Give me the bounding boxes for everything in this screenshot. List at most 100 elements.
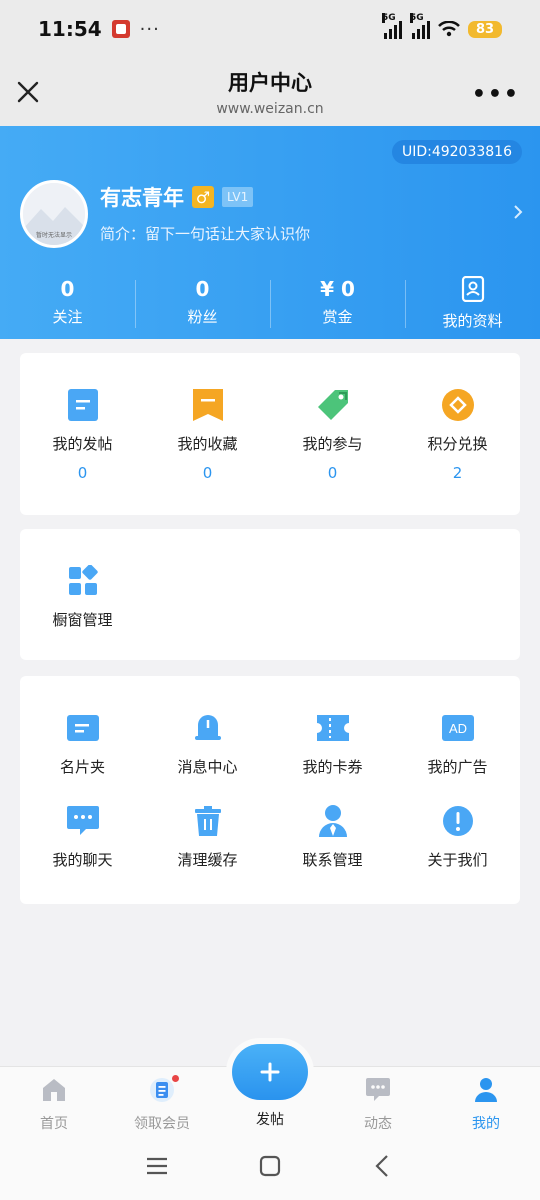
showcase-card: 橱窗管理 xyxy=(20,529,520,660)
profile-bio: 简介：留下一句话让大家认识你 xyxy=(100,225,311,243)
chevron-right-icon[interactable] xyxy=(512,204,524,220)
ad-icon: AD xyxy=(440,710,476,746)
app-notification-icon xyxy=(111,20,130,38)
stat-value: 0 xyxy=(195,277,210,301)
recent-apps-icon[interactable] xyxy=(146,1156,168,1176)
male-icon: ♂ xyxy=(192,186,214,208)
tab-membership[interactable]: 领取会员 xyxy=(108,1067,216,1138)
stat-label: 粉丝 xyxy=(187,308,218,326)
signal-icon: 5G xyxy=(382,13,402,39)
status-right: 5G 5G 83 xyxy=(382,13,502,39)
network-type: 5G xyxy=(382,13,396,23)
menu-count: 0 xyxy=(202,464,213,482)
post-doc-icon xyxy=(65,387,101,423)
menu-label: 消息中心 xyxy=(177,758,238,776)
menu-points-exchange[interactable]: 积分兑换 2 xyxy=(395,387,520,482)
bookmark-icon xyxy=(190,387,226,423)
profile-name-row: 有志青年 ♂ LV1 xyxy=(100,182,254,212)
showcase-grid-icon xyxy=(65,563,101,599)
home-button-icon[interactable] xyxy=(259,1155,281,1177)
home-icon xyxy=(43,1079,65,1101)
chat-icon xyxy=(65,803,101,839)
menu-card-holder[interactable]: 名片夹 xyxy=(20,710,145,777)
menu-count: 0 xyxy=(327,464,338,482)
stat-fans[interactable]: 0 粉丝 xyxy=(135,276,270,332)
tab-home[interactable]: 首页 xyxy=(0,1067,108,1138)
tab-mine[interactable]: 我的 xyxy=(432,1067,540,1138)
menu-clear-cache[interactable]: 清理缓存 xyxy=(145,803,270,870)
username: 有志青年 xyxy=(100,186,184,210)
menu-my-participation[interactable]: 我的参与 0 xyxy=(270,387,395,482)
menu-label: 我的参与 xyxy=(302,435,363,453)
menu-label: 我的广告 xyxy=(427,758,488,776)
menu-my-chat[interactable]: 我的聊天 xyxy=(20,803,145,870)
tools-row-2: 我的聊天 清理缓存 联系管理 关于我们 xyxy=(20,777,520,870)
main-menu-row: 我的发帖 0 我的收藏 0 我的参与 0 积分兑换 2 xyxy=(20,353,520,482)
menu-my-ads[interactable]: AD 我的广告 xyxy=(395,710,520,777)
stat-reward[interactable]: ¥ 0 赏金 xyxy=(270,276,405,332)
menu-label: 积分兑换 xyxy=(427,435,488,453)
nav-title-block: 用户中心 www.weizan.cn xyxy=(216,67,323,117)
nav-bar: 用户中心 www.weizan.cn ••• xyxy=(0,58,540,126)
tab-label: 动态 xyxy=(364,1116,392,1132)
menu-label: 我的收藏 xyxy=(177,435,238,453)
ad-icon-text: AD xyxy=(448,721,466,736)
stat-label: 赏金 xyxy=(322,308,353,326)
menu-label: 清理缓存 xyxy=(177,851,238,869)
post-fab-button[interactable] xyxy=(232,1044,308,1100)
menu-contact-admin[interactable]: 联系管理 xyxy=(270,803,395,870)
page-domain: www.weizan.cn xyxy=(216,101,324,117)
stat-value: 0 xyxy=(60,277,75,301)
points-coin-icon xyxy=(440,387,476,423)
menu-count: 2 xyxy=(452,464,463,482)
user-icon xyxy=(475,1078,497,1102)
level-badge: LV1 xyxy=(222,187,254,207)
tab-label: 领取会员 xyxy=(134,1116,190,1132)
network-type-2: 5G xyxy=(410,13,424,23)
stats-row: 0 关注 0 粉丝 ¥ 0 赏金 我的资料 xyxy=(0,275,540,332)
battery-indicator: 83 xyxy=(468,20,502,38)
profile-header[interactable]: UID:492033816 暂时无法显示 有志青年 ♂ LV1 简介：留下一句话… xyxy=(0,126,540,339)
status-time: 11:54 xyxy=(38,17,102,41)
feed-chat-icon xyxy=(366,1078,390,1101)
menu-label: 名片夹 xyxy=(59,758,105,776)
menu-label: 联系管理 xyxy=(302,851,363,869)
stat-follow[interactable]: 0 关注 xyxy=(0,276,135,332)
main-menu-card: 我的发帖 0 我的收藏 0 我的参与 0 积分兑换 2 xyxy=(20,353,520,515)
wifi-icon xyxy=(438,21,460,37)
about-icon xyxy=(440,803,476,839)
signal-icon-2: 5G xyxy=(410,13,430,39)
tab-label: 首页 xyxy=(40,1116,68,1132)
status-bar: 11:54 ··· 5G 5G 83 xyxy=(0,0,540,58)
menu-my-posts[interactable]: 我的发帖 0 xyxy=(20,387,145,482)
ticket-icon xyxy=(315,710,351,746)
avatar[interactable]: 暂时无法显示 xyxy=(20,180,88,248)
stat-label: 关注 xyxy=(52,308,83,326)
more-icon[interactable]: ••• xyxy=(472,82,520,107)
menu-showcase-manage[interactable]: 橱窗管理 xyxy=(20,529,145,630)
menu-about-us[interactable]: 关于我们 xyxy=(395,803,520,870)
menu-label: 关于我们 xyxy=(427,851,488,869)
stat-value: ¥ 0 xyxy=(320,277,355,301)
menu-count: 0 xyxy=(77,464,88,482)
menu-label: 我的卡券 xyxy=(302,758,363,776)
menu-label: 我的聊天 xyxy=(52,851,113,869)
bell-icon xyxy=(190,710,226,746)
notification-badge-dot xyxy=(172,1075,179,1082)
stat-my-profile[interactable]: 我的资料 xyxy=(405,275,540,332)
profile-card-icon xyxy=(461,275,484,303)
tools-card: 名片夹 消息中心 我的卡券 AD 我的广告 我的聊天 清理缓存 联系管理 关于我… xyxy=(20,676,520,904)
close-icon[interactable] xyxy=(14,78,42,106)
back-icon[interactable] xyxy=(374,1154,390,1178)
card-holder-icon xyxy=(65,710,101,746)
tab-feed[interactable]: 动态 xyxy=(324,1067,432,1138)
menu-message-center[interactable]: 消息中心 xyxy=(145,710,270,777)
status-more-dots: ··· xyxy=(139,18,160,40)
system-nav-bar xyxy=(0,1138,540,1200)
tag-icon xyxy=(315,387,351,423)
menu-label: 我的发帖 xyxy=(52,435,113,453)
contact-admin-icon xyxy=(315,803,351,839)
menu-my-coupons[interactable]: 我的卡券 xyxy=(270,710,395,777)
page-title: 用户中心 xyxy=(227,71,312,95)
menu-my-favorites[interactable]: 我的收藏 0 xyxy=(145,387,270,482)
